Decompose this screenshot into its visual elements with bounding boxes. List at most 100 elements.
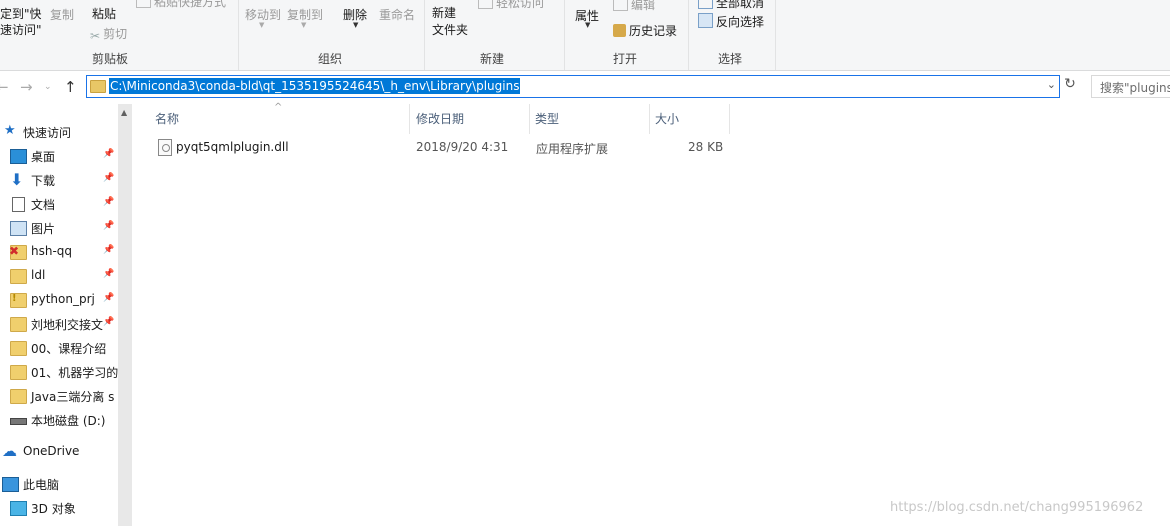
sidebar-item-label: 01、机器学习的 bbox=[31, 366, 119, 380]
sidebar-item-handover[interactable]: 刘地利交接文 📌 bbox=[0, 314, 118, 334]
select-none-label: 全部取消 bbox=[716, 0, 765, 10]
warning-icon: ! bbox=[12, 293, 17, 304]
up-arrow-icon[interactable]: ↑ bbox=[64, 78, 77, 96]
sidebar-item-label: 图片 bbox=[31, 222, 56, 236]
sidebar-item-ml[interactable]: 01、机器学习的 bbox=[0, 362, 118, 382]
sidebar-item-label: 本地磁盘 (D:) bbox=[31, 414, 106, 428]
sidebar-item-3d-objects[interactable]: 3D 对象 bbox=[0, 498, 118, 518]
address-path[interactable]: C:\Miniconda3\conda-bld\qt_1535195524645… bbox=[109, 78, 521, 94]
sidebar-item-ldl[interactable]: ldl 📌 bbox=[0, 266, 118, 286]
move-to-button[interactable]: 移动到 ▼ bbox=[245, 6, 282, 29]
pin-icon: 📌 bbox=[103, 269, 115, 279]
move-to-label: 移动到 bbox=[245, 8, 282, 22]
select-group-label: 选择 bbox=[717, 52, 742, 66]
sidebar-item-course-intro[interactable]: 00、课程介绍 bbox=[0, 338, 118, 358]
sidebar-item-drive-d[interactable]: 本地磁盘 (D:) bbox=[0, 410, 118, 430]
table-row[interactable]: pyqt5qmlplugin.dll 2018/9/20 4:31 应用程序扩展… bbox=[154, 138, 854, 158]
easy-access-button[interactable]: 轻松访问 bbox=[478, 0, 544, 11]
folder-icon bbox=[10, 365, 27, 380]
scroll-up-icon[interactable]: ▲ bbox=[121, 108, 127, 117]
sidebar-item-downloads[interactable]: ⬇ 下载 📌 bbox=[0, 170, 118, 190]
search-input[interactable]: 搜索"plugins" bbox=[1091, 75, 1170, 98]
refresh-icon[interactable]: ↻ bbox=[1062, 76, 1078, 96]
cut-label: 剪切 bbox=[103, 27, 128, 41]
copy-button[interactable]: 复制 bbox=[50, 6, 74, 23]
sidebar-item-java[interactable]: Java三端分离 s bbox=[0, 386, 118, 406]
sidebar-item-hsh-qq[interactable]: ✖ hsh-qq 📌 bbox=[0, 242, 118, 262]
pencil-icon bbox=[613, 0, 628, 11]
column-divider[interactable] bbox=[649, 104, 650, 134]
dll-file-icon bbox=[158, 139, 172, 156]
paste-shortcut-label: 粘贴快捷方式 bbox=[154, 0, 227, 9]
sidebar-item-desktop[interactable]: 桌面 📌 bbox=[0, 146, 118, 166]
edit-button[interactable]: 编辑 bbox=[613, 0, 655, 13]
open-group-label: 打开 bbox=[612, 52, 637, 66]
pin-to-quick-access-button[interactable]: 定到"快 速访问" bbox=[0, 6, 42, 38]
column-header-type[interactable]: 类型 bbox=[535, 110, 559, 127]
column-header-size[interactable]: 大小 bbox=[655, 110, 679, 127]
organize-group-label: 组织 bbox=[317, 52, 342, 66]
address-bar[interactable]: C:\Miniconda3\conda-bld\qt_1535195524645… bbox=[86, 75, 1060, 98]
group-divider bbox=[238, 0, 239, 70]
history-button[interactable]: 历史记录 bbox=[613, 22, 677, 39]
drive-icon bbox=[10, 418, 27, 425]
shortcut-icon bbox=[136, 0, 151, 8]
pin-icon: 📌 bbox=[103, 245, 115, 255]
sidebar-item-label: 快速访问 bbox=[23, 126, 72, 140]
group-divider bbox=[424, 0, 425, 70]
clipboard-group-label: 剪贴板 bbox=[91, 52, 128, 66]
new-folder-button[interactable]: 新建 文件夹 bbox=[432, 5, 468, 39]
star-icon: ★ bbox=[4, 123, 16, 138]
invert-selection-icon bbox=[698, 13, 713, 28]
history-icon bbox=[613, 24, 626, 37]
cloud-icon: ☁ bbox=[2, 442, 17, 460]
column-divider[interactable] bbox=[729, 104, 730, 134]
sidebar-item-quick-access[interactable]: ★ 快速访问 bbox=[0, 122, 118, 142]
ribbon: 定到"快 速访问" 复制 粘贴 ✂ 剪切 粘贴快捷方式 剪贴板 移动到 ▼ 复制到… bbox=[0, 0, 1170, 71]
paste-shortcut-button[interactable]: 粘贴快捷方式 bbox=[136, 0, 226, 10]
invert-selection-label: 反向选择 bbox=[716, 15, 765, 29]
chevron-down-icon[interactable]: ⌄ bbox=[1047, 78, 1056, 91]
paste-button[interactable]: 粘贴 bbox=[92, 5, 116, 22]
delete-button[interactable]: 删除 ▼ bbox=[343, 6, 367, 29]
file-name: pyqt5qmlplugin.dll bbox=[176, 140, 289, 154]
select-none-button[interactable]: 全部取消 bbox=[698, 0, 764, 11]
properties-button[interactable]: 属性 ▼ bbox=[575, 7, 599, 29]
recent-locations-chevron-icon[interactable]: ⌄ bbox=[44, 82, 52, 92]
column-divider[interactable] bbox=[529, 104, 530, 134]
sidebar-item-this-pc[interactable]: 此电脑 bbox=[0, 474, 118, 494]
copy-to-button[interactable]: 复制到 ▼ bbox=[287, 6, 324, 29]
select-none-icon bbox=[698, 0, 713, 9]
column-divider[interactable] bbox=[409, 104, 410, 134]
column-header-name[interactable]: 名称 bbox=[155, 110, 179, 127]
sort-ascending-icon: ^ bbox=[274, 102, 283, 113]
sidebar-item-documents[interactable]: 文档 📌 bbox=[0, 194, 118, 214]
sidebar-item-label: 下载 bbox=[31, 174, 56, 188]
rename-button[interactable]: 重命名 bbox=[379, 6, 415, 23]
sidebar-item-python-prj[interactable]: ! python_prj 📌 bbox=[0, 290, 118, 310]
easy-access-label: 轻松访问 bbox=[496, 0, 545, 10]
sidebar-item-label: hsh-qq bbox=[31, 244, 73, 258]
computer-icon bbox=[2, 477, 19, 492]
group-divider bbox=[688, 0, 689, 70]
history-label: 历史记录 bbox=[629, 24, 678, 38]
sidebar-item-label: OneDrive bbox=[23, 444, 80, 458]
invert-selection-button[interactable]: 反向选择 bbox=[698, 13, 764, 30]
cut-button[interactable]: ✂ 剪切 bbox=[90, 25, 128, 43]
picture-icon bbox=[10, 221, 27, 236]
forward-arrow-icon[interactable]: → bbox=[20, 78, 33, 96]
file-modified: 2018/9/20 4:31 bbox=[416, 140, 509, 154]
download-icon: ⬇ bbox=[10, 170, 24, 189]
copy-to-label: 复制到 bbox=[287, 8, 324, 22]
sidebar-item-label: Java三端分离 s bbox=[31, 390, 115, 404]
group-divider bbox=[564, 0, 565, 70]
column-header-modified[interactable]: 修改日期 bbox=[416, 110, 464, 127]
navigation-bar: ← → ⌄ ↑ C:\Miniconda3\conda-bld\qt_15351… bbox=[0, 72, 1170, 102]
sidebar-scrollbar[interactable]: ▲ bbox=[118, 104, 132, 526]
search-placeholder: 搜索"plugins" bbox=[1100, 81, 1170, 95]
sidebar-item-onedrive[interactable]: ☁ OneDrive bbox=[0, 442, 118, 462]
back-arrow-icon[interactable]: ← bbox=[0, 78, 9, 96]
sidebar-item-label: 3D 对象 bbox=[31, 502, 76, 516]
sidebar-item-label: 00、课程介绍 bbox=[31, 342, 107, 356]
sidebar-item-pictures[interactable]: 图片 📌 bbox=[0, 218, 118, 238]
